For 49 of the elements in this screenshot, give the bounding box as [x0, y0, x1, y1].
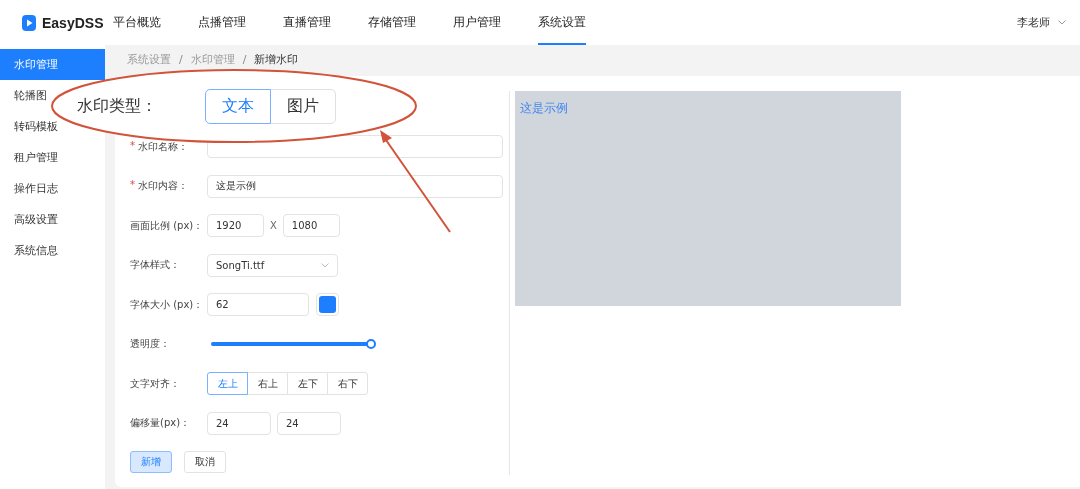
type-option[interactable]: 图片	[270, 88, 336, 124]
preview-text: 这是示例	[520, 101, 568, 115]
field-label: 偏移量(px)：	[130, 416, 192, 431]
nav-tab[interactable]: 系统设置	[538, 0, 586, 45]
sidebar-item[interactable]: 租户管理	[0, 142, 60, 173]
align-option[interactable]: 左上	[207, 372, 248, 396]
field-label: 文字对齐：	[130, 376, 181, 391]
number-field[interactable]: 62	[207, 293, 309, 317]
number-field[interactable]: 1080	[282, 214, 340, 238]
sidebar-item[interactable]: 转码模板	[0, 111, 60, 142]
breadcrumb-item: 新增水印	[254, 51, 299, 67]
sidebar-item[interactable]: 轮播图	[0, 80, 49, 111]
user-name[interactable]: 李老师	[1017, 15, 1050, 30]
nav-tab[interactable]: 平台概览	[113, 0, 161, 45]
nav-tab[interactable]: 用户管理	[453, 0, 501, 45]
nav-tab[interactable]: 存储管理	[368, 0, 416, 45]
chevron-down-icon	[321, 262, 329, 268]
required-mark: *	[130, 139, 136, 153]
number-field[interactable]: 1920	[207, 214, 264, 238]
callout-label: 水印类型：	[77, 95, 157, 117]
nav-tab[interactable]: 直播管理	[283, 0, 331, 45]
field-label: 画面比例 (px)：	[130, 218, 205, 233]
number-field[interactable]: 24	[207, 411, 271, 435]
type-option[interactable]: 文本	[205, 88, 271, 124]
chevron-down-icon[interactable]	[1058, 20, 1066, 25]
logo-text: EasyDSS	[42, 14, 104, 31]
select-field[interactable]: SongTi.ttf	[207, 253, 338, 277]
nav-tab[interactable]: 点播管理	[198, 0, 246, 45]
separator-text: X	[270, 220, 277, 232]
sidebar-item[interactable]: 操作日志	[0, 173, 60, 204]
required-mark: *	[130, 179, 136, 193]
breadcrumb-separator: /	[242, 52, 247, 66]
cancel-button[interactable]: 取消	[184, 451, 226, 473]
field-label: 水印名称：	[138, 139, 188, 154]
breadcrumb-separator: /	[179, 52, 183, 66]
logo-icon	[22, 14, 36, 31]
align-option[interactable]: 右下	[327, 372, 368, 396]
field-label: 透明度：	[130, 337, 171, 352]
field-label: 字体样式：	[130, 258, 181, 273]
number-field[interactable]: 24	[277, 411, 341, 435]
align-option[interactable]: 左下	[287, 372, 328, 396]
align-option[interactable]: 右上	[247, 372, 288, 396]
sidebar-item[interactable]: 系统信息	[0, 235, 60, 266]
sidebar-item[interactable]: 水印管理	[0, 49, 105, 80]
sidebar-item[interactable]: 高级设置	[0, 204, 60, 235]
field-label: 水印内容：	[138, 179, 188, 194]
field-label: 字体大小 (px)：	[130, 297, 205, 312]
text-field[interactable]: 这是示例	[207, 174, 503, 198]
slider-thumb[interactable]	[366, 339, 376, 350]
